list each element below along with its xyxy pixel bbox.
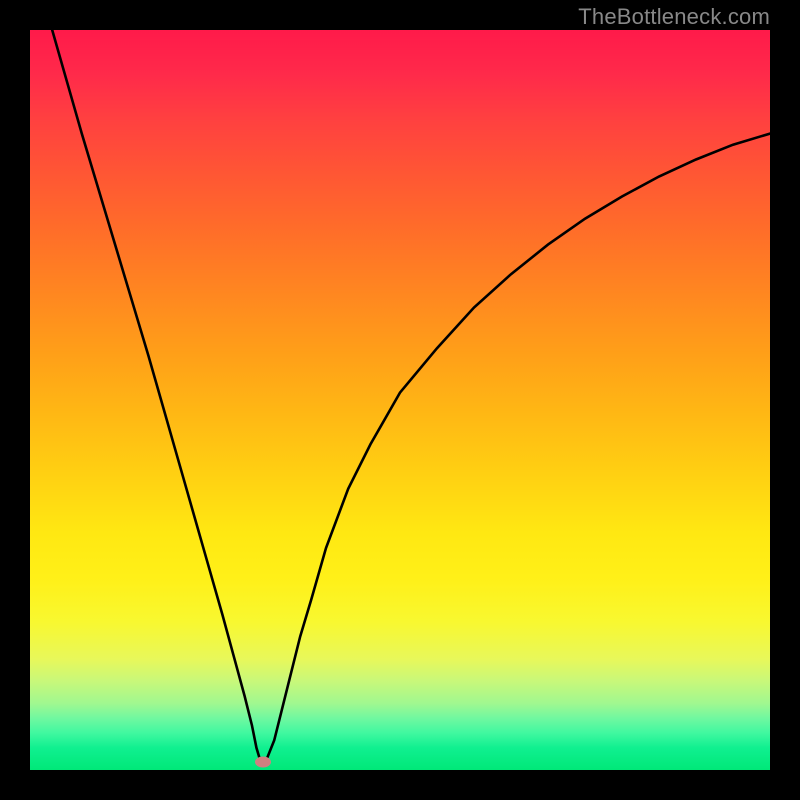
bottleneck-curve bbox=[52, 30, 770, 763]
plot-area bbox=[30, 30, 770, 770]
curve-svg bbox=[30, 30, 770, 770]
watermark-text: TheBottleneck.com bbox=[578, 4, 770, 30]
chart-frame: TheBottleneck.com bbox=[0, 0, 800, 800]
bottleneck-marker bbox=[255, 757, 271, 768]
